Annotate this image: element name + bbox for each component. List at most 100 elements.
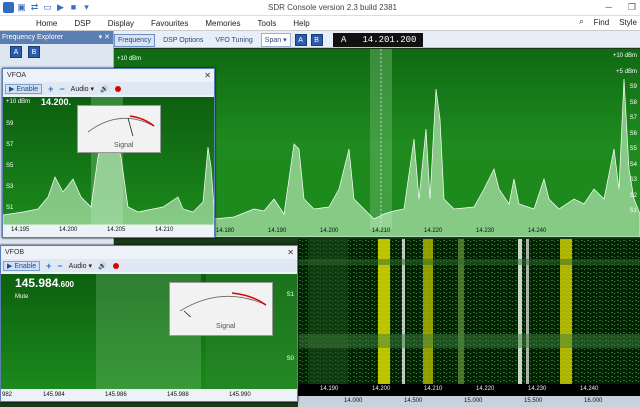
frequency-tick: 14.220	[424, 228, 443, 234]
vfoa-title: VFOA ✕	[3, 69, 214, 82]
vfo-label: A	[341, 35, 347, 45]
level-scale-label: S0	[286, 356, 294, 362]
frequency-tick: 145.990	[229, 392, 251, 398]
audio-dropdown[interactable]: Audio ▾	[71, 85, 94, 93]
level-scale-label: S5	[629, 146, 637, 152]
minus-icon[interactable]: −	[59, 84, 64, 94]
frequency-tick: 14.230	[476, 228, 495, 234]
tab-frequency[interactable]: Frequency	[114, 33, 156, 47]
level-scale-label: S2	[629, 192, 637, 199]
vfob-enable-button[interactable]: ▶ Enable	[3, 260, 41, 271]
vfoa-enable-button[interactable]: ▶ Enable	[5, 83, 43, 94]
vfob-signal-meter: Signal	[169, 282, 273, 336]
menu-home[interactable]: Home	[36, 19, 57, 28]
menu-memories[interactable]: Memories	[205, 19, 240, 28]
display-tabs: Frequency DSP Options VFO Tuning Span ▾ …	[114, 33, 323, 47]
minimize-icon[interactable]: ─	[606, 2, 612, 13]
plus-icon[interactable]: +	[46, 261, 51, 271]
speaker-icon[interactable]: 🔊	[98, 262, 107, 270]
level-scale-label: S5	[6, 163, 14, 169]
frequency-tick: 14.210	[424, 386, 443, 392]
vfob-frequency[interactable]: 145.984.600	[15, 276, 74, 290]
speaker-icon[interactable]: 🔊	[100, 85, 109, 93]
vfob-toolbar: ▶ Enable + − Audio ▾ 🔊	[1, 259, 297, 272]
frequency-tick: 14.210	[155, 227, 174, 233]
menu-favourites[interactable]: Favourites	[151, 19, 188, 28]
vfoa-meter-dial	[87, 115, 155, 141]
tab-dsp-options[interactable]: DSP Options	[159, 34, 207, 47]
level-scale-label: S9	[6, 121, 14, 127]
style-button[interactable]: Style	[619, 18, 637, 27]
search-icon[interactable]: ⌕	[579, 17, 583, 27]
vfob-mute-status: Mute	[15, 294, 29, 300]
main-top-level: +10 dBm	[117, 56, 142, 62]
folder-icon[interactable]: ▭	[42, 2, 53, 13]
dropdown-icon[interactable]: ▾	[81, 2, 92, 13]
window-title: SDR Console version 2.3 build 2381	[268, 3, 397, 12]
overview-tick: 16.000	[584, 398, 603, 404]
waterfall-overview-strip[interactable]: 14.000 14.500 15.000 15.500 16.000	[298, 396, 640, 407]
frequency-tick: 14.190	[320, 386, 339, 392]
title-bar: ◈ ▣ ⇄ ▭ ▶ ■ ▾ SDR Console version 2.3 bu…	[0, 0, 640, 16]
tab-a-button[interactable]: A	[294, 34, 307, 46]
vfoa-toolbar: ▶ Enable + − Audio ▾ 🔊	[3, 82, 214, 95]
level-scale-label: S3	[629, 177, 637, 183]
vfob-panel: VFOB ✕ ▶ Enable + − Audio ▾ 🔊 145.984.600…	[0, 245, 298, 402]
app-icon: ◈	[3, 2, 14, 13]
menu-tools[interactable]: Tools	[258, 19, 277, 28]
close-icon[interactable]: ✕	[287, 246, 294, 259]
menu-bar: Home DSP Display Favourites Memories Too…	[0, 16, 640, 31]
frequency-tick: 14.195	[11, 227, 30, 233]
level-scale-label: S4	[629, 161, 637, 168]
frequency-tick: 14.200	[372, 386, 391, 392]
play-icon[interactable]: ▶	[55, 2, 66, 13]
vfo-frequency[interactable]: 14.201.200	[362, 35, 416, 45]
span-dropdown[interactable]: Span ▾	[260, 33, 291, 47]
level-scale-label: S1	[629, 208, 637, 214]
explorer-a-button[interactable]: A	[10, 46, 22, 58]
save-icon[interactable]: ▣	[16, 2, 27, 13]
frequency-tick: 145.984	[43, 392, 65, 398]
frequency-tick: 14.210	[372, 228, 391, 234]
level-scale-label: S8	[629, 99, 637, 106]
overview-tick: 15.000	[464, 398, 483, 404]
menu-dsp[interactable]: DSP	[74, 19, 90, 28]
frequency-tick: 14.220	[476, 386, 495, 392]
vfoa-signal-meter: Signal	[77, 105, 161, 153]
stop-icon[interactable]: ■	[68, 2, 79, 13]
frequency-tick: 14.190	[268, 228, 287, 234]
connect-icon[interactable]: ⇄	[29, 2, 40, 13]
panel-pin-icon[interactable]: ▾ ✕	[99, 31, 110, 44]
frequency-tick: 14.180	[216, 228, 235, 234]
level-scale-label: S1	[286, 292, 294, 298]
level-scale-label: S7	[6, 142, 14, 148]
minus-icon[interactable]: −	[57, 261, 62, 271]
menu-right: ⌕ Find Style	[579, 17, 637, 27]
frequency-tick: 14.205	[107, 227, 126, 233]
level-scale-label: S7	[629, 115, 637, 121]
waterfall[interactable]: 14.190 14.200 14.210 14.220 14.230 14.240	[298, 239, 640, 396]
frequency-tick: 14.240	[580, 386, 599, 392]
level-scale-label: +5 dBm	[616, 68, 637, 75]
vfob-title: VFOB ✕	[1, 246, 297, 259]
frequency-tick: 145.986	[105, 392, 127, 398]
vfob-meter-label: Signal	[216, 323, 236, 330]
quick-access-toolbar: ◈ ▣ ⇄ ▭ ▶ ■ ▾	[0, 2, 92, 13]
explorer-b-button[interactable]: B	[28, 46, 40, 58]
menu-help[interactable]: Help	[293, 19, 309, 28]
restore-icon[interactable]: ❐	[628, 2, 636, 13]
record-icon[interactable]	[114, 85, 121, 92]
tab-b-button[interactable]: B	[310, 34, 323, 46]
frequency-tick: 14.200	[59, 227, 78, 233]
waterfall-svg	[298, 239, 640, 384]
frequency-tick: 14.240	[528, 228, 547, 234]
tab-vfo-tuning[interactable]: VFO Tuning	[211, 34, 256, 47]
plus-icon[interactable]: +	[48, 84, 53, 94]
frequency-tick: 145.988	[167, 392, 189, 398]
record-icon[interactable]	[112, 262, 119, 269]
menu-display[interactable]: Display	[108, 19, 134, 28]
vfoa-frequency[interactable]: 14.200.	[41, 97, 71, 107]
find-button[interactable]: Find	[594, 18, 610, 27]
audio-dropdown[interactable]: Audio ▾	[69, 262, 92, 270]
close-icon[interactable]: ✕	[204, 69, 211, 82]
